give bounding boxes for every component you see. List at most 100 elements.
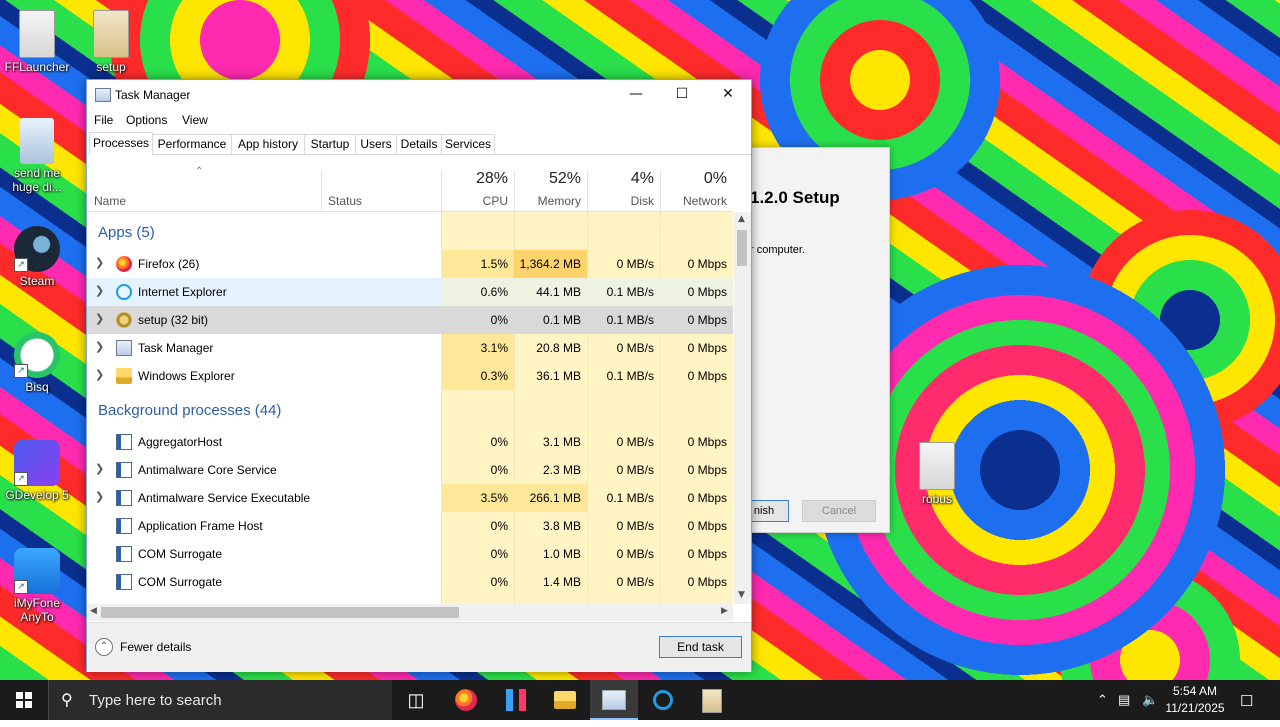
horizontal-scroll-thumb[interactable] [101,607,459,618]
cpu-cell: 3.5% [441,484,514,512]
chevron-up-icon[interactable]: ⌃ [1097,692,1108,708]
expand-chevron-icon[interactable]: ❯ [95,284,104,297]
title-bar[interactable]: Task Manager — ☐ ✕ [87,80,751,110]
maximize-button[interactable]: ☐ [659,80,705,108]
tab-users[interactable]: Users [355,134,397,154]
taskbar-file-explorer[interactable] [541,680,589,720]
minimize-button[interactable]: — [613,80,659,108]
table-row-antimalware-core[interactable]: ❯ Antimalware Core Service 0% 2.3 MB 0 M… [87,456,733,484]
task-manager-window[interactable]: Task Manager — ☐ ✕ File Options View Pro… [86,79,752,672]
scroll-up-icon[interactable]: ▲ [738,214,745,224]
column-memory[interactable]: 52% Memory [514,156,587,211]
internet-explorer-icon [116,284,132,300]
expand-chevron-icon[interactable]: ❯ [95,256,104,269]
desktop-icon-fflauncher[interactable]: FFLauncher [1,10,73,74]
cancel-button[interactable]: Cancel [802,500,876,522]
table-row-setup[interactable]: ❯ setup (32 bit) 0% 0.1 MB 0.1 MB/s 0 Mb… [87,306,733,334]
bisq-icon: ↗ [14,332,60,378]
search-icon: ⚲ [61,692,73,709]
taskbar-setup[interactable] [688,680,736,720]
scroll-left-icon[interactable]: ◀ [90,606,97,616]
table-row-task-manager[interactable]: ❯ Task Manager 3.1% 20.8 MB 0 MB/s 0 Mbp… [87,334,733,362]
memory-cell: 36.1 MB [536,369,581,383]
table-row-windows-explorer[interactable]: ❯ Windows Explorer 0.3% 36.1 MB 0.1 MB/s… [87,362,733,390]
fewer-details-link[interactable]: Fewer details [120,640,191,654]
cpu-cell: 0% [490,435,508,449]
tab-services[interactable]: Services [441,134,495,154]
expand-chevron-icon[interactable]: ❯ [95,462,104,475]
close-button[interactable]: ✕ [705,80,751,108]
recycle-bin-icon [20,118,54,164]
search-box[interactable]: ⚲ Type here to search [48,680,392,720]
expand-chevron-icon[interactable]: ❯ [95,340,104,353]
volume-icon[interactable]: 🔈 [1142,692,1158,708]
column-name[interactable]: Name [87,156,321,211]
scroll-right-icon[interactable]: ▶ [721,606,728,616]
expand-chevron-icon[interactable]: ❯ [95,490,104,503]
column-disk[interactable]: 4% Disk [587,156,660,211]
tab-details[interactable]: Details [396,134,442,154]
menu-options[interactable]: Options [126,113,167,127]
tab-app-history[interactable]: App history [231,134,305,154]
tab-performance[interactable]: Performance [152,134,232,154]
imyfone-anyto-icon: ↗ [14,548,60,594]
gdevelop-icon: ↗ [14,440,60,486]
notification-icon[interactable]: ☐ [1240,692,1253,710]
network-cell: 0 Mbps [687,491,727,505]
desktop-icon-robus[interactable]: robus [901,442,973,506]
start-button[interactable] [0,680,48,720]
taskbar-task-manager[interactable] [590,680,638,720]
network-icon[interactable]: ▤ [1118,692,1130,708]
shortcut-arrow-icon: ↗ [14,580,28,594]
tab-processes[interactable]: Processes [89,132,153,155]
scroll-down-icon[interactable]: ▼ [738,590,745,600]
cpu-cell: 0.6% [441,278,514,306]
table-row-internet-explorer[interactable]: ❯ Internet Explorer 0.6% 44.1 MB 0.1 MB/… [87,278,733,306]
cpu-cell: 0% [490,575,508,589]
disk-cell: 0 MB/s [616,341,654,355]
desktop-icon-gdevelop[interactable]: ↗ GDevelop 5 [1,440,73,502]
column-status[interactable]: Status [322,156,441,211]
menu-view[interactable]: View [182,113,208,127]
setup-title: 1.2.0 Setup [750,188,840,207]
table-row-firefox[interactable]: ❯ Firefox (26) 1.5% 1,364.2 MB 0 MB/s 0 … [87,250,733,278]
process-name: AggregatorHost [138,435,223,449]
table-row-com-surrogate[interactable]: COM Surrogate 0% 1.4 MB 0 MB/s 0 Mbps [87,568,733,596]
taskbar-internet-explorer[interactable] [639,680,687,720]
table-row-aggregatorhost[interactable]: AggregatorHost 0% 3.1 MB 0 MB/s 0 Mbps [87,428,733,456]
desktop-icon-steam[interactable]: ↗ Steam [1,226,73,288]
desktop-icon-recycle-bin[interactable]: send me huge di... [1,118,73,194]
vertical-scrollbar[interactable]: ▲ ▼ [734,212,751,604]
taskbar-firefox[interactable] [442,680,490,720]
desktop-icon-imyfone[interactable]: ↗ iMyFone AnyTo [1,548,73,624]
column-status-label: Status [328,194,363,208]
desktop-icon-setup[interactable]: setup [75,10,147,74]
setup-window[interactable]: 1.2.0 Setup r computer. nish Cancel [739,147,890,533]
disk-cell: 0 MB/s [616,575,654,589]
horizontal-scrollbar[interactable]: ◀ ▶ [87,604,733,621]
chevron-up-icon[interactable]: ⌃ [95,638,113,656]
table-row-antimalware-executable[interactable]: ❯ Antimalware Service Executable 3.5% 26… [87,484,733,512]
file-icon [919,442,955,490]
network-cell: 0 Mbps [687,341,727,355]
task-manager-icon [602,690,626,710]
desktop-icon-label: Bisq [25,380,49,394]
table-row-com-surrogate[interactable]: COM Surrogate 0% 1.0 MB 0 MB/s 0 Mbps [87,540,733,568]
shortcut-arrow-icon: ↗ [14,364,28,378]
end-task-button[interactable]: End task [659,636,742,658]
network-cell: 0 Mbps [687,575,727,589]
windows-logo-icon [16,692,32,708]
expand-chevron-icon[interactable]: ❯ [95,368,104,381]
clock[interactable]: 5:54 AM 11/21/2025 [1160,683,1230,717]
steam-icon: ↗ [14,226,60,272]
expand-chevron-icon[interactable]: ❯ [95,312,104,325]
tab-startup[interactable]: Startup [304,134,356,154]
vertical-scroll-thumb[interactable] [737,230,747,266]
task-view-button[interactable]: ◫ [392,680,440,720]
table-row-application-frame-host[interactable]: Application Frame Host 0% 3.8 MB 0 MB/s … [87,512,733,540]
desktop-icon-bisq[interactable]: ↗ Bisq [1,332,73,394]
column-cpu[interactable]: 28% CPU [441,156,514,211]
taskbar-app[interactable] [492,680,540,720]
column-network[interactable]: 0% Network [660,156,733,211]
menu-file[interactable]: File [94,113,113,127]
